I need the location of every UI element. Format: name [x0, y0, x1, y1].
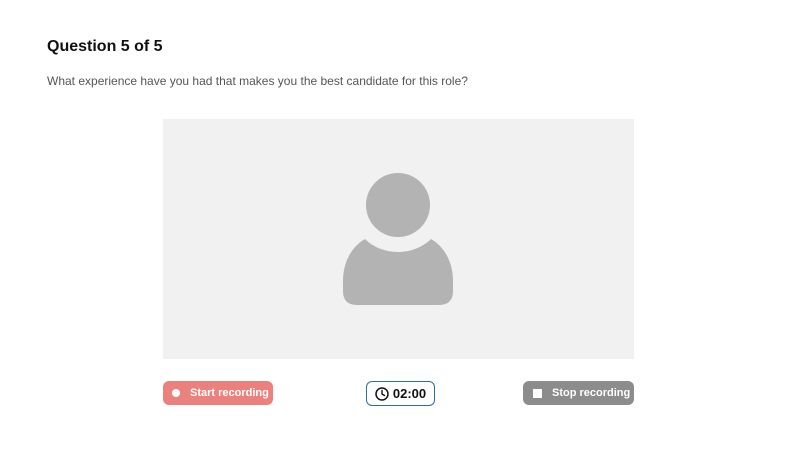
- countdown-timer: 02:00: [366, 381, 435, 406]
- timer-value: 02:00: [392, 386, 427, 401]
- video-preview: [163, 119, 634, 359]
- clock-icon: [375, 386, 389, 401]
- stop-square-icon: [533, 388, 542, 398]
- start-recording-button[interactable]: Start recording: [163, 381, 273, 405]
- stop-recording-label: Stop recording: [552, 387, 631, 399]
- question-title: Question 5 of 5: [47, 38, 163, 55]
- question-text: What experience have you had that makes …: [47, 74, 468, 88]
- user-silhouette-icon: [343, 173, 453, 305]
- start-recording-label: Start recording: [190, 387, 269, 399]
- recording-page: Question 5 of 5 What experience have you…: [0, 0, 800, 450]
- record-dot-icon: [172, 389, 180, 397]
- stop-recording-button[interactable]: Stop recording: [523, 381, 634, 405]
